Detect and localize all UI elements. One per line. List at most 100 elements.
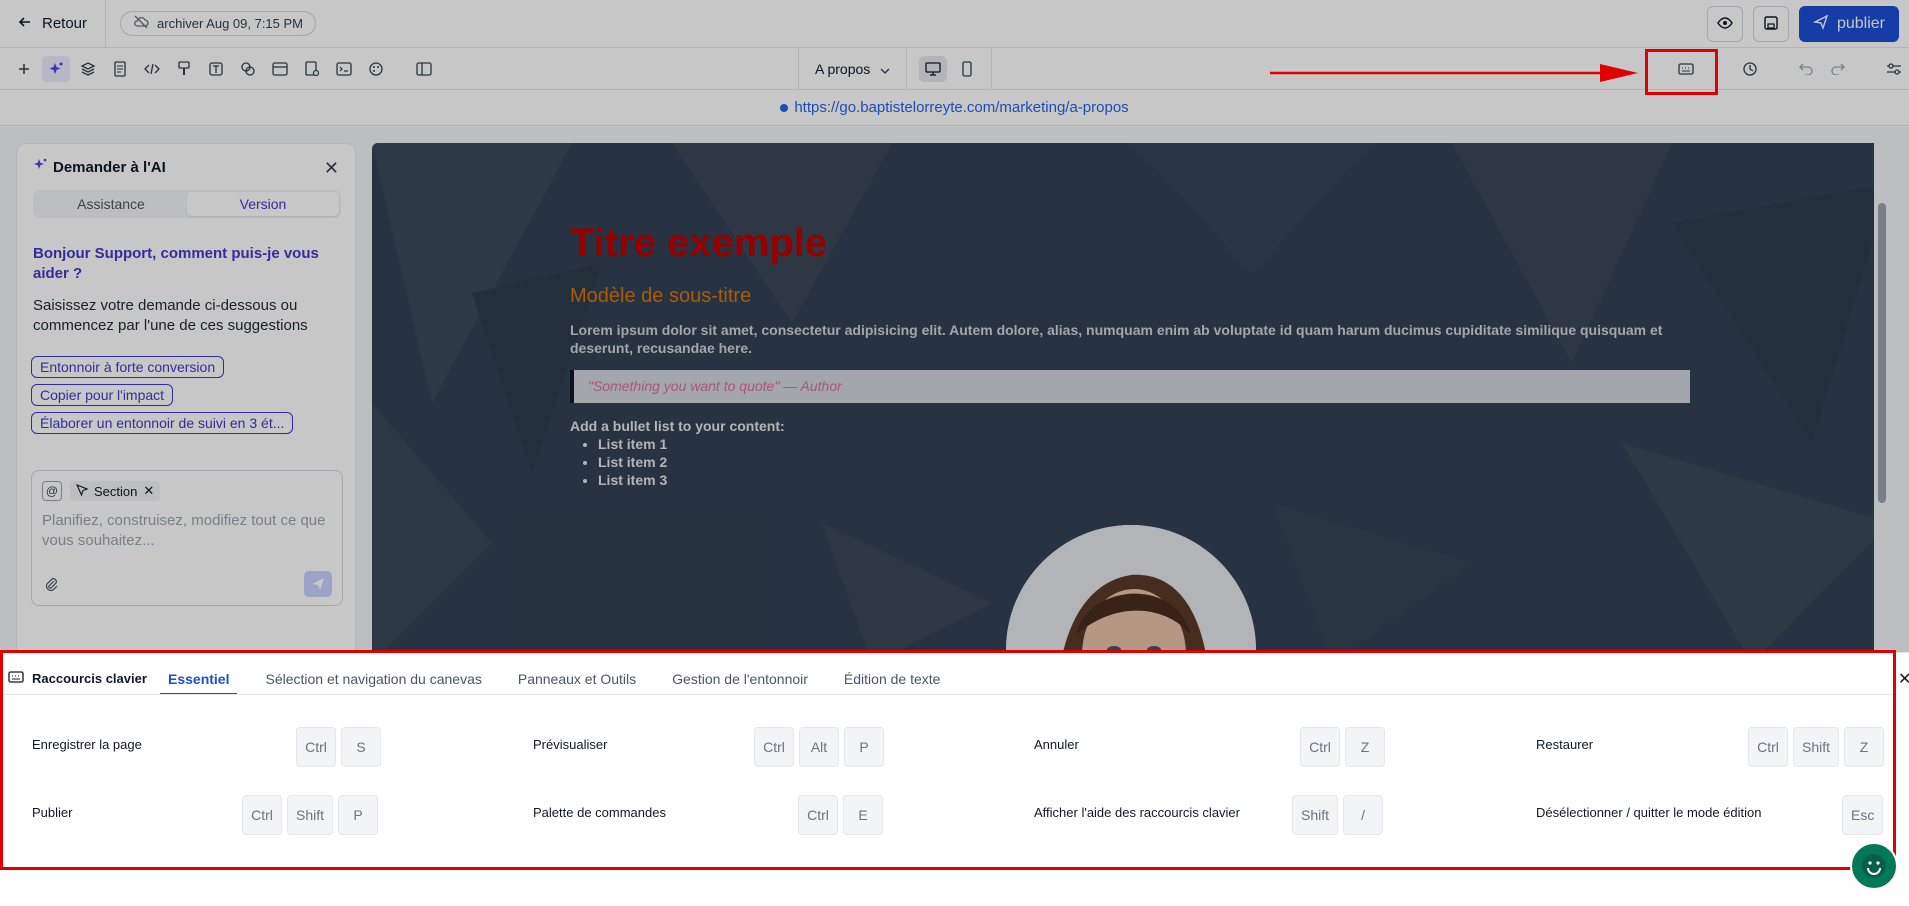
quote-block[interactable]: "Something you want to quote" — Author	[570, 370, 1690, 403]
key-cap: Z	[1844, 727, 1885, 767]
ai-sparkle-icon	[33, 158, 47, 176]
form-icon[interactable]	[298, 56, 326, 82]
cloud-off-icon	[133, 15, 149, 32]
key-cap: Ctrl	[798, 795, 838, 835]
tab-version[interactable]: Version	[187, 192, 339, 216]
shortcut-label: Afficher l'aide des raccourcis clavier	[1034, 805, 1240, 820]
bullet-list[interactable]: List item 1 List item 2 List item 3	[598, 435, 667, 489]
device-switcher	[906, 48, 992, 90]
columns-icon[interactable]	[410, 56, 438, 82]
key-cap: P	[338, 795, 379, 835]
key-cap: Esc	[1842, 795, 1884, 835]
suggestion-chip[interactable]: Élaborer un entonnoir de suivi en 3 ét..…	[31, 412, 294, 434]
shortcut-keys: Ctrl Shift P	[242, 795, 379, 835]
shortcut-keys: Ctrl S	[296, 727, 381, 767]
prompt-placeholder: Planifiez, construisez, modifiez tout ce…	[42, 512, 326, 549]
chevron-down-icon	[880, 61, 890, 77]
bullet-list-title[interactable]: Add a bullet list to your content:	[570, 418, 785, 434]
key-cap: S	[341, 727, 381, 767]
list-item: List item 3	[598, 471, 667, 489]
desktop-icon[interactable]	[919, 56, 947, 82]
archive-label: archiver Aug 09, 7:15 PM	[157, 16, 304, 31]
paint-icon[interactable]	[170, 56, 198, 82]
mention-icon[interactable]: @	[42, 481, 62, 501]
shortcut-label: Annuler	[1034, 737, 1079, 752]
text-icon[interactable]	[202, 56, 230, 82]
publish-label: publier	[1836, 15, 1885, 32]
keyboard-icon	[8, 671, 24, 686]
suggestion-chip[interactable]: Entonnoir à forte conversion	[31, 356, 225, 378]
shortcuts-title: Raccourcis clavier	[32, 671, 147, 686]
layout-icon[interactable]	[266, 56, 294, 82]
tab-text-editing[interactable]: Édition de texte	[836, 665, 949, 695]
page-subtitle[interactable]: Modèle de sous-titre	[570, 285, 751, 308]
tab-assistance[interactable]: Assistance	[35, 192, 187, 216]
suggestion-chip[interactable]: Copier pour l'impact	[31, 384, 174, 406]
ai-greeting: Bonjour Support, comment puis-je vous ai…	[33, 245, 319, 282]
key-cap: Alt	[799, 727, 839, 767]
scrollbar-thumb[interactable]	[1878, 203, 1886, 503]
layers-icon[interactable]	[74, 56, 102, 82]
send-prompt-button[interactable]	[304, 571, 332, 597]
ai-sparkle-icon[interactable]	[42, 56, 70, 82]
publish-button[interactable]: publier	[1798, 6, 1899, 42]
key-cap: Ctrl	[754, 727, 794, 767]
save-button[interactable]	[1752, 6, 1789, 42]
remove-tag-icon[interactable]: ✕	[143, 483, 154, 499]
ai-panel-header: Demander à l'AI	[33, 158, 166, 176]
tabs-divider	[0, 694, 1896, 695]
ai-prompt-box[interactable]: @ Section ✕ Planifiez, construisez, modi…	[31, 470, 343, 606]
page-icon[interactable]	[106, 56, 134, 82]
page-canvas[interactable]: Titre exemple Modèle de sous-titre Lorem…	[372, 143, 1890, 663]
shortcut-label: Palette de commandes	[533, 805, 666, 820]
terminal-icon[interactable]	[330, 56, 358, 82]
preview-button[interactable]	[1706, 6, 1743, 42]
shortcut-keys: Ctrl Alt P	[754, 727, 884, 767]
palette-icon[interactable]	[362, 56, 390, 82]
list-item: List item 2	[598, 453, 667, 471]
section-context-tag[interactable]: Section ✕	[70, 481, 161, 501]
tab-canvas-navigation[interactable]: Sélection et navigation du canevas	[257, 665, 489, 695]
key-cap: Ctrl	[1748, 727, 1788, 767]
send-icon	[1812, 14, 1829, 35]
shortcut-label: Prévisualiser	[533, 737, 608, 752]
shortcut-keys: Ctrl Z	[1300, 727, 1385, 767]
chat-support-icon[interactable]	[1850, 842, 1898, 890]
mobile-icon[interactable]	[953, 56, 981, 82]
archive-badge[interactable]: archiver Aug 09, 7:15 PM	[120, 11, 317, 36]
key-cap: E	[843, 795, 883, 835]
history-icon[interactable]	[1736, 56, 1764, 82]
shortcuts-tabs: Essentiel Sélection et navigation du can…	[160, 665, 948, 695]
ai-panel: Demander à l'AI ✕ Assistance Version Bon…	[16, 143, 356, 663]
ai-subtitle: Saisissez votre demande ci-dessous ou co…	[33, 297, 308, 334]
undo-icon[interactable]	[1792, 56, 1820, 82]
cursor-icon	[75, 483, 89, 499]
close-icon[interactable]: ✕	[324, 158, 339, 179]
close-icon[interactable]: ✕	[1898, 669, 1909, 689]
tab-funnel-management[interactable]: Gestion de l'entonnoir	[664, 665, 816, 695]
page-title[interactable]: Titre exemple	[570, 221, 827, 266]
plus-icon[interactable]	[10, 56, 38, 82]
body-paragraph[interactable]: Lorem ipsum dolor sit amet, consectetur …	[570, 321, 1690, 357]
tab-panels-tools[interactable]: Panneaux et Outils	[510, 665, 644, 695]
tab-essentiel[interactable]: Essentiel	[160, 665, 238, 695]
url-bar: https://go.baptistelorreyte.com/marketin…	[0, 90, 1909, 126]
shapes-icon[interactable]	[234, 56, 262, 82]
shortcut-label: Désélectionner / quitter le mode édition	[1536, 805, 1762, 820]
canvas-scrollbar[interactable]	[1874, 143, 1890, 663]
eye-icon	[1717, 16, 1733, 32]
attach-icon[interactable]	[44, 577, 58, 594]
back-button[interactable]: Retour	[0, 0, 107, 48]
page-select[interactable]: A propos	[798, 48, 906, 90]
page-select-value: A propos	[815, 61, 871, 77]
redo-icon[interactable]	[1824, 56, 1852, 82]
shortcut-keys: Ctrl Shift Z	[1748, 727, 1885, 767]
code-icon[interactable]	[138, 56, 166, 82]
shortcut-keys: Ctrl E	[798, 795, 883, 835]
key-cap: P	[844, 727, 884, 767]
shortcut-label: Enregistrer la page	[32, 737, 142, 752]
settings-sliders-icon[interactable]	[1880, 56, 1908, 82]
page-url-link[interactable]: https://go.baptistelorreyte.com/marketin…	[794, 99, 1128, 116]
key-cap: Shift	[1292, 795, 1339, 835]
suggestion-list: Entonnoir à forte conversion Copier pour…	[31, 356, 294, 434]
